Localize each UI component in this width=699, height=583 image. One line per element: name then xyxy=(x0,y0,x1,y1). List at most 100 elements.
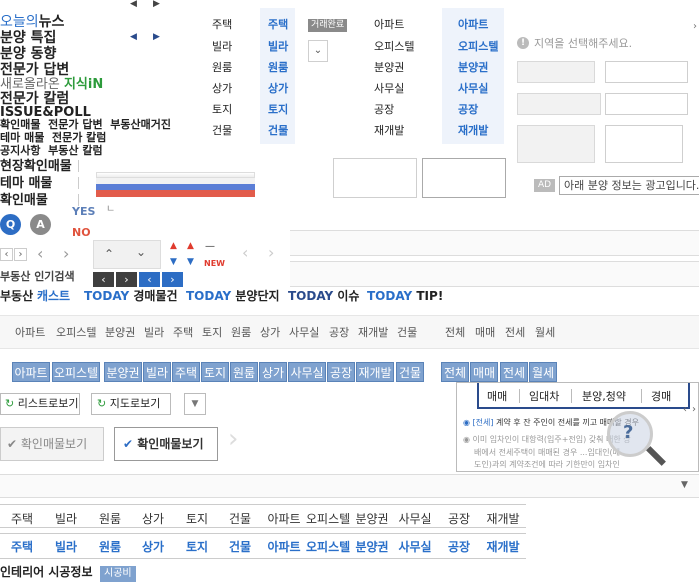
chip-house[interactable]: 주택 xyxy=(172,362,200,382)
field-box[interactable] xyxy=(517,125,595,163)
tab-lease[interactable]: 임대차 xyxy=(529,391,559,402)
table-cell[interactable]: 주택 xyxy=(0,510,44,527)
dropdown-icon[interactable]: ▼ xyxy=(681,481,688,490)
table-cell[interactable]: 사무실 xyxy=(393,510,437,527)
chip-sale[interactable]: 매매 xyxy=(470,362,498,382)
chevron-left-icon[interactable]: ‹ xyxy=(242,245,248,261)
filter-office[interactable]: 사무실 xyxy=(289,327,319,338)
field-box[interactable] xyxy=(517,93,601,115)
chip-redevelop[interactable]: 재개발 xyxy=(356,362,394,382)
select-strip[interactable] xyxy=(0,474,699,498)
menu-expert-answer[interactable]: 전문가 답변 xyxy=(0,63,69,77)
chip-oneroom[interactable]: 원룸 xyxy=(230,362,258,382)
table-cell[interactable]: 재개발 xyxy=(481,510,525,527)
chip-factory[interactable]: 공장 xyxy=(327,362,355,382)
verified-active-button[interactable]: ✔ 확인매물보기 xyxy=(114,427,218,461)
table-cell-active[interactable]: 상가 xyxy=(131,538,175,555)
section-theme[interactable]: 테마 매물 xyxy=(0,177,52,190)
blue-prev-button[interactable]: ‹ xyxy=(139,272,160,287)
chip-officetel[interactable]: 오피스텔 xyxy=(52,362,100,382)
cost-badge[interactable]: 시공비 xyxy=(100,566,136,582)
chip-building[interactable]: 건물 xyxy=(396,362,424,382)
chip-jeonse[interactable]: 전세 xyxy=(500,362,528,382)
sub-expert-answer[interactable]: 전문가 답변 xyxy=(48,118,102,131)
type-redevelop[interactable]: 재개발 xyxy=(374,125,404,136)
type-presale[interactable]: 분양권 xyxy=(374,62,404,73)
dropdown-icon[interactable]: ▼ xyxy=(184,393,206,415)
sub-theme[interactable]: 테마 매물 xyxy=(0,131,44,144)
chip-land[interactable]: 토지 xyxy=(201,362,229,382)
table-cell-active[interactable]: 사무실 xyxy=(393,538,437,555)
chevron-right-icon[interactable]: › xyxy=(63,246,69,262)
field-box[interactable] xyxy=(517,61,595,83)
filter-redevelop[interactable]: 재개발 xyxy=(358,327,388,338)
field-box[interactable] xyxy=(605,61,688,83)
sub-expert-column[interactable]: 전문가 칼럼 xyxy=(52,131,106,144)
table-cell[interactable]: 토지 xyxy=(175,510,219,527)
type-building[interactable]: 건물 xyxy=(212,125,232,136)
chevron-left-icon[interactable]: ‹ xyxy=(37,246,43,262)
map-view-button[interactable]: ↻ 지도로보기 xyxy=(91,393,171,415)
filter-oneroom[interactable]: 원룸 xyxy=(231,327,251,338)
deal-monthly[interactable]: 월세 xyxy=(535,327,555,338)
table-cell-active[interactable]: 원룸 xyxy=(88,538,132,555)
dark-prev-button[interactable]: ‹ xyxy=(93,272,114,287)
type-office-active[interactable]: 사무실 xyxy=(458,83,488,94)
dark-next-button[interactable]: › xyxy=(116,272,137,287)
type-officetel-active[interactable]: 오피스텔 xyxy=(458,41,498,52)
type-apt[interactable]: 아파트 xyxy=(374,19,404,30)
type-factory-active[interactable]: 공장 xyxy=(458,104,478,115)
chevron-up-icon[interactable]: ⌃ xyxy=(104,248,114,260)
table-cell-active[interactable]: 오피스텔 xyxy=(306,538,350,555)
menu-trend[interactable]: 분양 동향 xyxy=(0,47,56,61)
deal-sale[interactable]: 매매 xyxy=(475,327,495,338)
table-cell-active[interactable]: 토지 xyxy=(175,538,219,555)
filter-house[interactable]: 주택 xyxy=(173,327,193,338)
table-cell-active[interactable]: 주택 xyxy=(0,538,44,555)
sub-notice[interactable]: 공지사항 xyxy=(0,144,40,157)
table-cell[interactable]: 오피스텔 xyxy=(306,510,350,527)
blue-next-button[interactable]: › xyxy=(162,272,183,287)
chevron-right-icon[interactable]: › xyxy=(268,245,274,261)
list-view-button[interactable]: ↻ 리스트로보기 xyxy=(0,393,80,415)
table-cell[interactable]: 원룸 xyxy=(88,510,132,527)
type-office[interactable]: 사무실 xyxy=(374,83,404,94)
table-cell[interactable]: 상가 xyxy=(131,510,175,527)
deal-all[interactable]: 전체 xyxy=(445,327,465,338)
type-redevelop-active[interactable]: 재개발 xyxy=(458,125,488,136)
filter-officetel[interactable]: 오피스텔 xyxy=(56,327,96,338)
chip-office[interactable]: 사무실 xyxy=(288,362,326,382)
verified-gray-button[interactable]: ✔ 확인매물보기 xyxy=(0,427,104,461)
tab-sale[interactable]: 매매 xyxy=(487,391,507,402)
type-villa-active[interactable]: 빌라 xyxy=(268,41,288,52)
filter-apt[interactable]: 아파트 xyxy=(15,327,45,338)
type-factory[interactable]: 공장 xyxy=(374,104,394,115)
menu-news[interactable]: 오늘의뉴스 xyxy=(0,15,64,29)
table-cell[interactable]: 분양권 xyxy=(350,510,394,527)
chevron-right-icon[interactable]: › xyxy=(228,426,238,452)
sub-estate-column[interactable]: 부동산 칼럼 xyxy=(48,144,102,157)
menu-special[interactable]: 분양 특집 xyxy=(0,31,56,45)
deal-jeonse[interactable]: 전세 xyxy=(505,327,525,338)
arrow-right-icon[interactable]: ▶ xyxy=(153,33,160,42)
filter-land[interactable]: 토지 xyxy=(202,327,222,338)
type-house-active[interactable]: 주택 xyxy=(268,19,288,30)
type-officetel[interactable]: 오피스텔 xyxy=(374,41,414,52)
a-badge[interactable]: A xyxy=(30,214,51,235)
arrow-left-icon[interactable]: ◀ xyxy=(130,33,137,42)
type-shop-active[interactable]: 상가 xyxy=(268,83,288,94)
next-icon[interactable]: › xyxy=(14,248,27,261)
type-oneroom-active[interactable]: 원룸 xyxy=(268,62,288,73)
cast-link[interactable]: 캐스트 xyxy=(37,289,70,303)
type-oneroom[interactable]: 원룸 xyxy=(212,62,232,73)
type-land[interactable]: 토지 xyxy=(212,104,232,115)
menu-kin[interactable]: 새로올라온 지식iN xyxy=(0,78,103,91)
table-cell-active[interactable]: 빌라 xyxy=(44,538,88,555)
q-badge[interactable]: Q xyxy=(0,214,21,235)
arrow-right-icon[interactable]: ▶ xyxy=(153,0,160,9)
chip-all[interactable]: 전체 xyxy=(441,362,469,382)
type-land-active[interactable]: 토지 xyxy=(268,104,288,115)
table-cell[interactable]: 아파트 xyxy=(262,510,306,527)
popup-prev-icon[interactable]: ‹ xyxy=(683,405,687,415)
field-box[interactable] xyxy=(605,93,688,115)
